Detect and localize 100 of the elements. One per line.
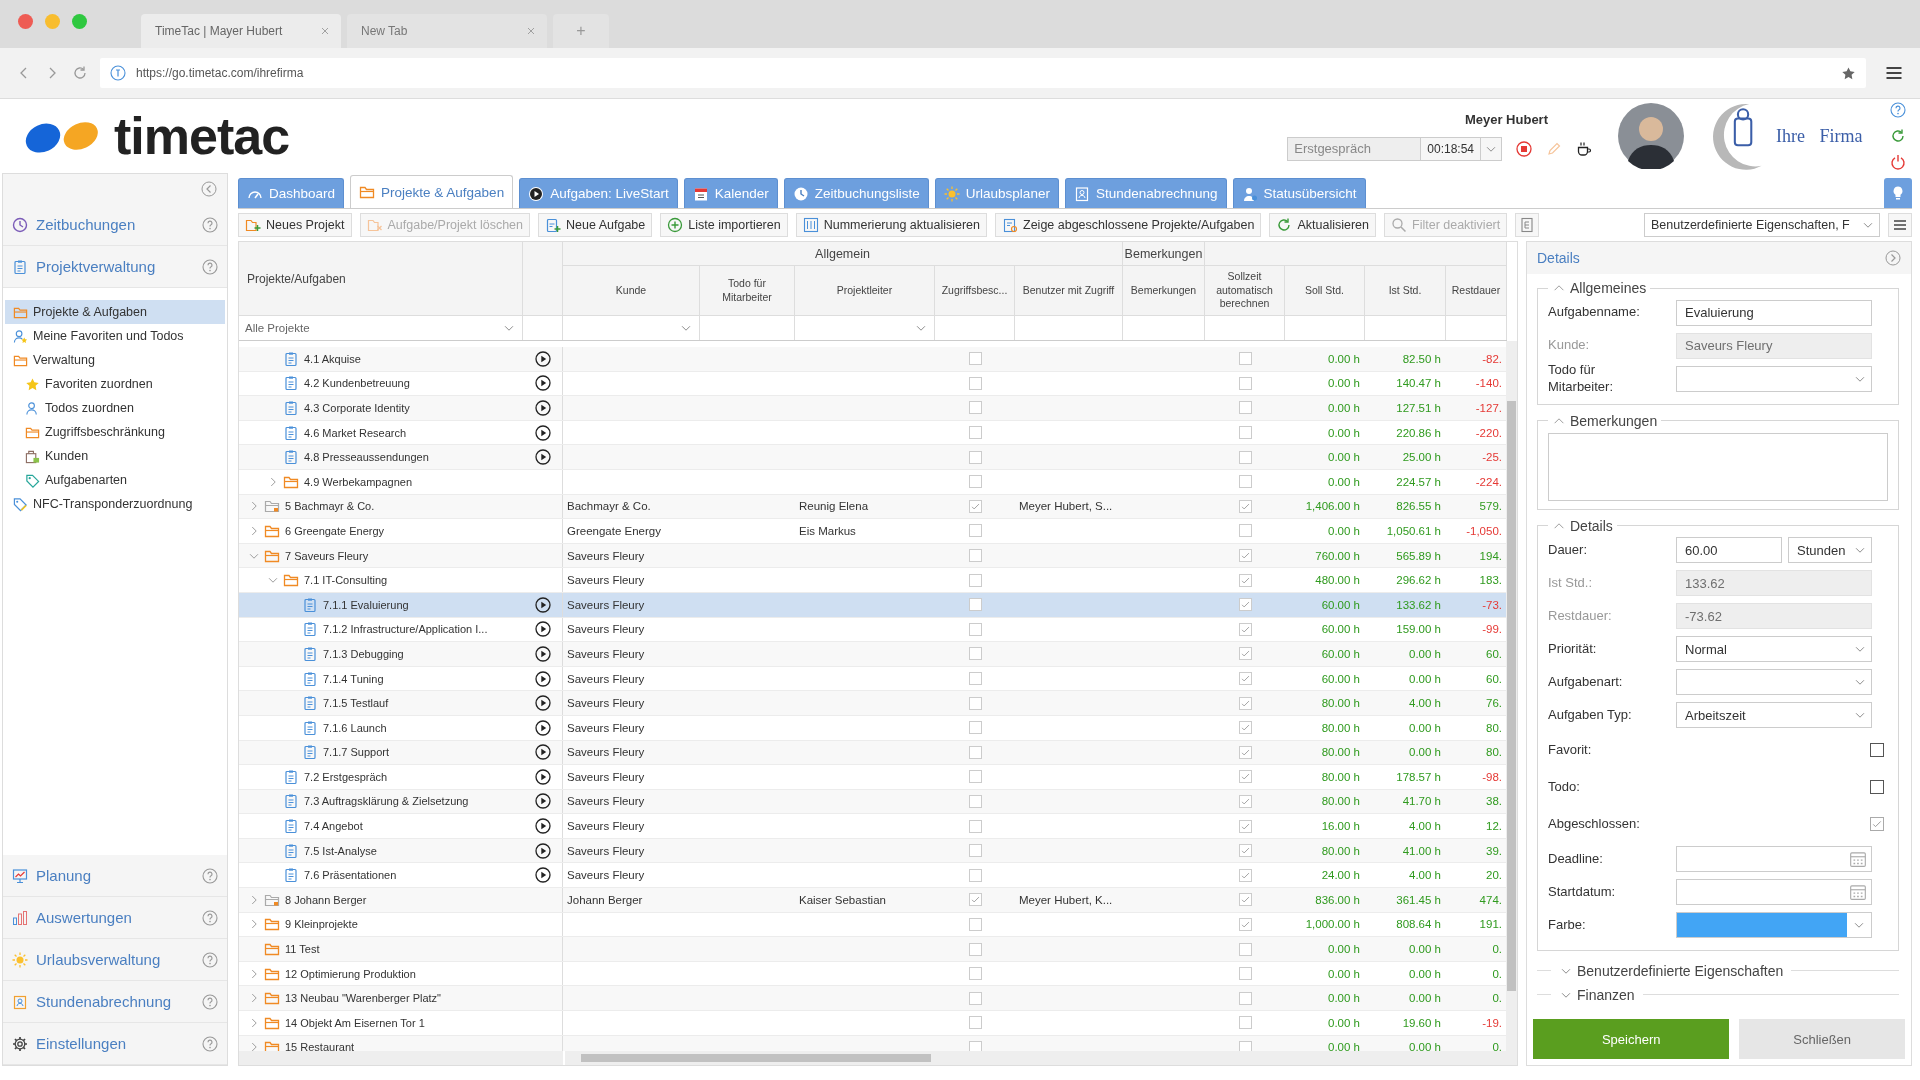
section-toggle[interactable]: Allgemeines [1548,280,1651,296]
column-header[interactable]: Sollzeit automatisch berechnen [1208,270,1281,311]
column-header[interactable]: Restdauer [1451,283,1501,298]
field-label: Aufgabenname: [1548,304,1641,321]
column-header[interactable]: Todo für Mitarbeiter [703,276,791,305]
sidebar-item[interactable]: Kunden [5,444,225,468]
column-group-header: Bemerkungen [1123,242,1205,266]
field-label: Restdauer: [1548,607,1613,625]
toolbar-button[interactable]: Neue Aufgabe [538,213,653,237]
duration-field[interactable]: 60.00 [1676,537,1782,564]
remaining-hours: -82. [1482,352,1502,365]
column-header[interactable]: Ist Std. [1388,283,1422,298]
section-toggle[interactable]: Benutzerdefinierte Eigenschaften [1555,962,1788,979]
table-row[interactable]: 7 Saveurs Fleury Saveurs Fleury 760.00 h 565.89 h 194. [239,543,1506,569]
column-header[interactable]: Benutzer mit Zugriff [1022,283,1115,298]
table-row[interactable]: 12 Optimierung Produktion 0.00 h 0.00 h 0. [239,961,1506,987]
column-header[interactable]: Projekte/Aufgaben [247,271,346,286]
section-toggle[interactable]: Bemerkungen [1548,412,1662,429]
section-toggle[interactable]: Finanzen [1555,986,1639,1003]
table-row[interactable]: 7.1.3 Debugging Saveurs Fleury 60.00 h 0.00 h 60. [239,642,1506,667]
nav-tab[interactable]: Projekte & Aufgaben [350,175,514,208]
sidebar-item[interactable]: Projekte & Aufgaben [5,300,225,324]
sidebar-section[interactable]: Projektverwaltung [3,246,227,288]
table-row[interactable]: 7.5 Ist-Analyse Saveurs Fleury 80.00 h 41.00 h 39. [239,838,1506,864]
section-toggle[interactable]: Details [1548,517,1617,534]
actual-hours: 220.86 h [1396,426,1441,439]
column-header[interactable]: Projektleiter [836,283,893,298]
sidebar-item[interactable]: Favoriten zuordnen [5,372,225,396]
table-row[interactable]: 5 Bachmayr & Co. Bachmayr & Co. Reunig Elena Meyer Hubert, S... 1,406.00 h 826.55 h 579. [239,494,1506,520]
table-row[interactable]: 7.4 Angebot Saveurs Fleury 16.00 h 4.00 h 12. [239,814,1506,839]
sidebar-section[interactable]: Stundenabrechnung [3,981,227,1023]
sidebar-section[interactable]: Zeitbuchungen [3,204,227,246]
table-row[interactable]: 4.6 Market Research 0.00 h 220.86 h -220. [239,420,1506,446]
remaining-hours: 0. [1492,943,1502,956]
toolbar-button[interactable]: Zeige abgeschlossene Projekte/Aufgaben [995,213,1262,237]
field-label: Startdatum: [1548,883,1617,901]
column-header[interactable]: Bemerkungen [1130,283,1197,298]
table-row[interactable]: 4.2 Kundenbetreuung 0.00 h 140.47 h -140. [239,371,1506,397]
project-lead: Eis Markus [799,524,856,537]
table-row[interactable]: 14 Objekt Am Eisernen Tor 1 0.00 h 19.60 h -19. [239,1011,1506,1036]
table-row[interactable]: 13 Neubau "Warenberger Platz" 0.00 h 0.00 h 0. [239,986,1506,1012]
toolbar-button[interactable]: Nummerierung aktualisieren [795,213,987,237]
table-row[interactable]: 7.6 Präsentationen Saveurs Fleury 24.00 h 4.00 h 20. [239,863,1506,889]
task-name: 7.5 Ist-Analyse [304,844,377,857]
remaining-hours: 0. [1492,992,1502,1005]
target-hours: 0.00 h [1328,1016,1360,1029]
close-button[interactable]: Schließen [1739,1019,1905,1059]
sidebar-section[interactable]: Urlaubsverwaltung [3,939,227,981]
table-row[interactable]: 4.9 Werbekampagnen 0.00 h 224.57 h -224. [239,469,1506,495]
customer-name: Saveurs Fleury [567,844,645,857]
sidebar-item[interactable]: Verwaltung [5,348,225,372]
table-row[interactable]: 7.1.1 Evaluierung Saveurs Fleury 60.00 h 133.62 h -73. [239,592,1506,618]
sidebar-item[interactable]: Aufgabenarten [5,468,225,492]
sidebar-item[interactable]: Zugriffsbeschränkung [5,420,225,444]
browser-tab[interactable]: New Tab [347,14,547,48]
actual-hours: 565.89 h [1396,549,1441,562]
table-row[interactable]: 4.3 Corporate Identity 0.00 h 127.51 h -127. [239,396,1506,421]
table-row[interactable]: 4.8 Presseaussendungen 0.00 h 25.00 h -25. [239,445,1506,470]
table-row[interactable]: 9 Kleinprojekte 1,000.00 h 808.64 h 191. [239,912,1506,938]
table-row[interactable]: 7.1.7 Support Saveurs Fleury 80.00 h 0.00 h 80. [239,740,1506,766]
table-row[interactable]: 6 Greengate Energy Greengate Energy Eis Markus 0.00 h 1,050.61 h -1,050. [239,519,1506,544]
project-name: 12 Optimierung Produktion [285,967,416,980]
user-name: Meyer Hubert [1464,111,1548,127]
sidebar-section[interactable]: Einstellungen [3,1023,227,1065]
table-row[interactable]: 7.1.5 Testlauf Saveurs Fleury 80.00 h 4.00 h 76. [239,691,1506,716]
table-row[interactable]: 7.1 IT-Consulting Saveurs Fleury 480.00 h 296.62 h 183. [239,568,1506,593]
actual-hours: 127.51 h [1396,402,1441,414]
properties-select[interactable]: Benutzerdefinierte Eigenschaften, F [1644,213,1880,237]
sidebar-item[interactable]: Todos zuordnen [5,396,225,420]
table-row[interactable]: 7.1.4 Tuning Saveurs Fleury 60.00 h 0.00 h 60. [239,666,1506,692]
target-hours: 0.00 h [1328,1041,1360,1051]
field-label: Farbe: [1548,916,1587,934]
project-filter-select[interactable]: Alle Projekte [239,316,522,340]
browser-tab[interactable]: TimeTac | Mayer Hubert [141,14,341,48]
field-label: Abgeschlossen: [1548,815,1641,833]
task-name: 4.3 Corporate Identity [304,402,410,414]
field-label: Todo für Mitarbeiter: [1548,362,1615,396]
toolbar-button[interactable]: Liste importieren [660,213,788,237]
toolbar-button[interactable]: Neues Projekt [238,213,352,237]
sidebar-item[interactable]: NFC-Transponderzuordnung [5,492,225,516]
table-row[interactable]: 7.2 Erstgespräch Saveurs Fleury 80.00 h 178.57 h -98. [239,765,1506,790]
table-row[interactable]: 8 Johann Berger Johann Berger Kaiser Sebastian Meyer Hubert, K... 836.00 h 361.45 h 474. [239,888,1506,913]
address-field[interactable]: https://go.timetac.com/ihrefirma [100,58,1866,88]
column-header[interactable]: Zugriffsbesc... [941,283,1008,298]
unit-select[interactable]: Stunden [1788,537,1872,564]
text-field[interactable]: Evaluierung [1676,299,1872,326]
select-field[interactable]: Normal [1676,636,1872,663]
table-row[interactable]: 7.1.6 Launch Saveurs Fleury 80.00 h 0.00 h 80. [239,715,1506,741]
table-row[interactable]: 7.3 Auftragsklärung & Zielsetzung Saveurs Fleury 80.00 h 41.70 h 38. [239,789,1506,815]
sidebar-item[interactable]: Meine Favoriten und Todos [5,324,225,348]
customer-name: Saveurs Fleury [567,672,645,685]
sidebar-section[interactable]: Auswertungen [3,897,227,939]
table-row[interactable]: 4.1 Akquise 0.00 h 82.50 h -82. [239,347,1506,372]
select-field[interactable]: Arbeitszeit [1676,702,1872,729]
company-name: Ihre Firma [1776,125,1863,147]
toolbar-button[interactable]: Aktualisieren [1269,213,1376,237]
table-row[interactable]: 7.1.2 Infrastructure/Application I... Saveurs Fleury 60.00 h 159.00 h -99. [239,617,1506,643]
sidebar-section[interactable]: Planung [3,855,227,897]
column-header[interactable]: Soll Std. [1304,283,1345,298]
column-header[interactable]: Kunde [615,283,647,298]
